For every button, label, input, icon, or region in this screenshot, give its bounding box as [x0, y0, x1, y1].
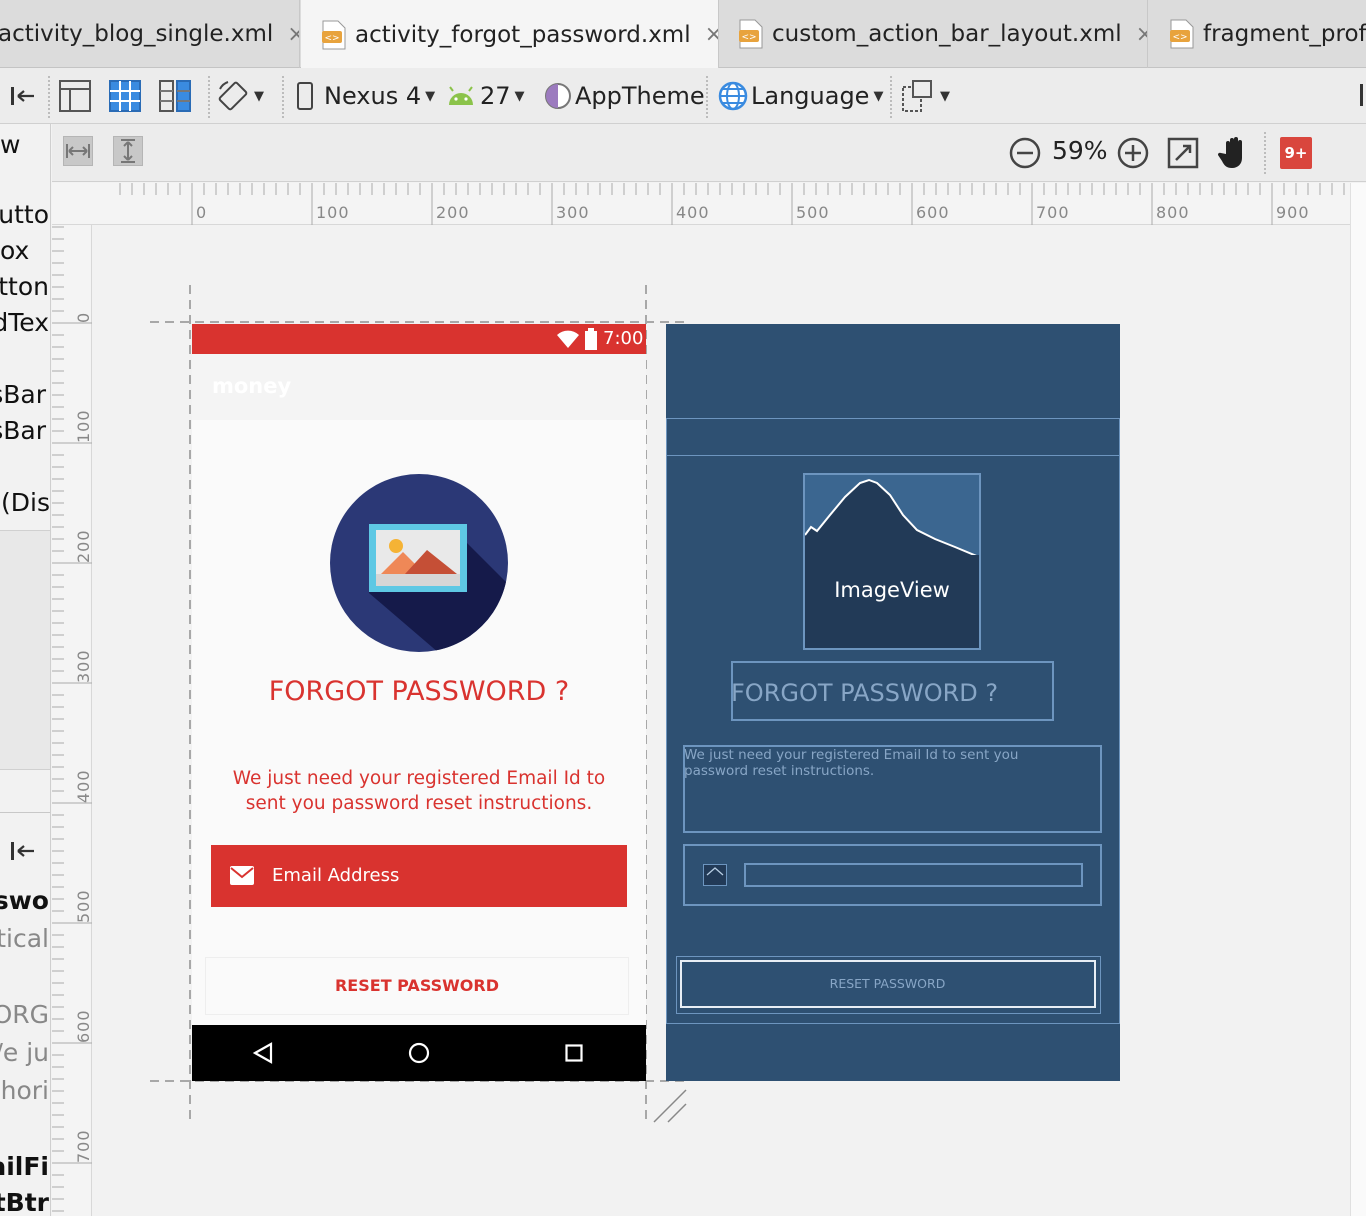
android-studio-layout-editor: activity_blog_single.xml × <> activity_f… [0, 0, 1366, 1216]
home-icon[interactable] [408, 1042, 430, 1064]
navigation-bar [192, 1025, 646, 1081]
recents-icon[interactable] [565, 1044, 583, 1062]
bp-reset-label: RESET PASSWORD [829, 976, 946, 991]
reset-password-button[interactable]: RESET PASSWORD [205, 957, 629, 1015]
bp-instructions[interactable]: We just need your registered Email Id to… [683, 745, 1102, 833]
wifi-icon [557, 330, 579, 348]
blueprint-preview[interactable]: ImageView FORGOT PASSWORD ? We just need… [666, 324, 1120, 1081]
bp-envelope-icon [703, 864, 727, 886]
forgot-password-heading: FORGOT PASSWORD ? [268, 676, 570, 707]
instructions-text: We just need your registered Email Id to… [232, 768, 606, 814]
bp-reset-button[interactable]: RESET PASSWORD [680, 960, 1096, 1008]
bp-heading[interactable]: FORGOT PASSWORD ? [731, 661, 1054, 721]
app-title: money [212, 374, 292, 398]
bp-imageview-label: ImageView [834, 578, 950, 602]
email-placeholder: Email Address [272, 865, 400, 886]
bp-email-edittext[interactable] [744, 863, 1083, 887]
bp-imageview[interactable]: ImageView [803, 473, 981, 650]
logo-image [330, 474, 508, 652]
envelope-icon [230, 866, 254, 885]
status-bar: 7:00 [192, 324, 646, 354]
bp-reset-container[interactable]: RESET PASSWORD [676, 956, 1101, 1014]
design-preview[interactable]: 7:00 money FORGOT PASSWORD ? We just nee… [192, 324, 646, 1081]
bp-action-bar[interactable] [666, 418, 1120, 456]
bp-instructions-text: We just need your registered Email Id to… [684, 747, 1019, 779]
bp-heading-text: FORGOT PASSWORD ? [731, 679, 999, 707]
email-field[interactable]: Email Address [211, 845, 627, 907]
bp-email-container[interactable] [683, 844, 1102, 906]
status-time: 7:00 [603, 328, 644, 349]
action-bar: money [192, 354, 646, 420]
battery-icon [585, 328, 597, 350]
bp-imageview-graph [805, 475, 979, 555]
back-icon[interactable] [252, 1042, 274, 1064]
